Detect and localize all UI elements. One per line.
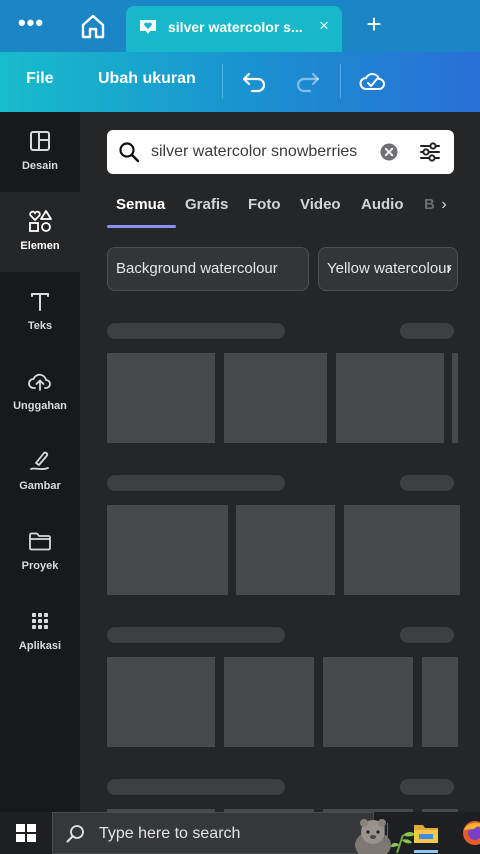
search-icon <box>65 823 87 845</box>
loading-placeholder <box>422 657 458 747</box>
loading-placeholder <box>107 323 285 339</box>
left-sidebar: Desain Elemen Teks Unggahan Gambar Proye… <box>0 112 80 812</box>
file-explorer-icon[interactable] <box>412 820 440 846</box>
tab-title: silver watercolor s... <box>168 19 303 35</box>
loading-placeholder <box>107 779 285 795</box>
upload-cloud-icon <box>27 368 53 394</box>
editor-toolbar: File Ubah ukuran <box>0 52 480 112</box>
sidebar-item-projects[interactable]: Proyek <box>0 512 80 592</box>
sidebar-item-label: Proyek <box>21 560 59 572</box>
toolbar-divider <box>340 64 341 98</box>
search-box <box>107 130 454 174</box>
folder-icon <box>27 528 53 554</box>
loading-placeholder <box>400 779 454 795</box>
sidebar-item-uploads[interactable]: Unggahan <box>0 352 80 432</box>
loading-placeholder <box>224 657 314 747</box>
browser-menu-button[interactable]: ••• <box>14 12 48 38</box>
loading-placeholder <box>400 627 454 643</box>
sidebar-item-label: Aplikasi <box>18 640 62 652</box>
home-icon[interactable] <box>78 12 108 40</box>
taskbar-search-text: Type here to search <box>99 825 241 842</box>
loading-placeholder <box>336 353 444 443</box>
loading-placeholder <box>107 353 215 443</box>
search-highlight-illustration-icon <box>347 815 419 854</box>
canva-favicon-icon <box>139 18 157 36</box>
loading-placeholder <box>224 353 327 443</box>
new-tab-button[interactable]: + <box>360 10 388 40</box>
loading-placeholder <box>323 657 413 747</box>
taskbar-divider <box>384 823 388 843</box>
layout-icon <box>27 128 53 154</box>
sidebar-item-text[interactable]: Teks <box>0 272 80 352</box>
sidebar-item-label: Gambar <box>19 480 61 492</box>
draw-icon <box>27 448 53 474</box>
tab-videos[interactable]: Video <box>300 196 341 213</box>
taskbar-search-box[interactable]: Type here to search <box>52 812 415 854</box>
redo-icon[interactable] <box>292 66 322 96</box>
sidebar-item-label: Elemen <box>20 240 60 252</box>
tabs-next-icon[interactable]: › <box>436 196 452 214</box>
undo-icon[interactable] <box>240 66 270 96</box>
loading-placeholder <box>452 353 458 443</box>
sidebar-item-draw[interactable]: Gambar <box>0 432 80 512</box>
filter-sliders-icon[interactable] <box>417 139 443 165</box>
loading-placeholder <box>107 627 285 643</box>
windows-start-icon[interactable] <box>14 822 38 844</box>
tab-photos[interactable]: Foto <box>248 196 280 213</box>
tab-all[interactable]: Semua <box>116 196 165 213</box>
apps-grid-icon <box>27 608 53 634</box>
text-icon <box>27 288 53 314</box>
tab-audio[interactable]: Audio <box>361 196 404 213</box>
clear-search-icon[interactable] <box>379 142 399 162</box>
suggestion-chip[interactable]: Background watercolour <box>107 247 309 291</box>
chips-next-icon[interactable]: › <box>442 260 456 278</box>
cloud-saved-icon[interactable] <box>357 66 387 96</box>
os-taskbar: Type here to search <box>0 812 480 854</box>
active-tab-underline <box>107 225 176 228</box>
sidebar-item-design[interactable]: Desain <box>0 112 80 192</box>
tab-close-icon[interactable]: × <box>314 16 334 36</box>
loading-placeholder <box>107 657 215 747</box>
sidebar-item-label: Unggahan <box>13 400 67 412</box>
tab-partial[interactable]: B <box>424 196 435 213</box>
elements-panel: Semua Grafis Foto Video Audio B › Backgr… <box>80 112 480 812</box>
search-input[interactable] <box>151 140 367 164</box>
loading-placeholder <box>236 505 335 595</box>
app-window: ••• silver watercolor s... × + File Ubah… <box>0 0 480 854</box>
active-browser-tab[interactable]: silver watercolor s... × <box>126 6 342 52</box>
loading-placeholder <box>400 323 454 339</box>
firefox-icon[interactable] <box>462 820 480 846</box>
suggestion-chip[interactable]: Yellow watercolour <box>318 247 458 291</box>
elements-icon <box>27 208 53 234</box>
loading-placeholder <box>107 505 228 595</box>
search-icon <box>117 140 141 164</box>
toolbar-divider <box>222 64 223 98</box>
loading-placeholder <box>400 475 454 491</box>
sidebar-item-label: Teks <box>27 320 53 332</box>
loading-placeholder <box>344 505 460 595</box>
browser-tab-strip: ••• silver watercolor s... × + <box>0 0 480 52</box>
sidebar-item-apps[interactable]: Aplikasi <box>0 592 80 672</box>
sidebar-item-elements[interactable]: Elemen <box>0 192 80 272</box>
running-app-indicator <box>414 850 438 853</box>
sidebar-item-label: Desain <box>21 160 59 172</box>
resize-button[interactable]: Ubah ukuran <box>98 70 196 88</box>
loading-placeholder <box>107 475 285 491</box>
file-menu-button[interactable]: File <box>26 70 54 88</box>
tab-graphics[interactable]: Grafis <box>185 196 228 213</box>
